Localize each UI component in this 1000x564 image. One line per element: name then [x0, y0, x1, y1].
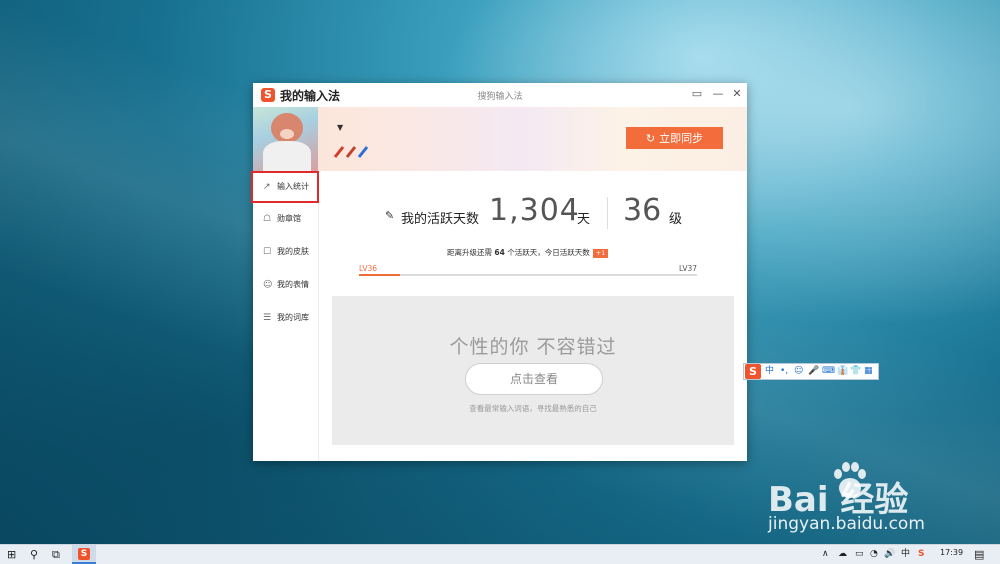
taskbar: ⊞ ⚲ ⧉ S ∧ ☁ ▭ ◔ 🔊 中 S 17:39 ▤ [0, 544, 1000, 564]
tray-app-icon[interactable]: ▭ [855, 547, 864, 562]
ime-status-bar: S 中 •, ☺ 🎤 ⌨ 👔 👕 ▦ [743, 363, 879, 380]
word-stats-promo: 个性的你 不容错过 点击查看 查看最常输入词语，寻找最熟悉的自己 [332, 296, 734, 445]
skin-icon[interactable]: 👕 [850, 365, 861, 378]
taskbar-app-sogou[interactable]: S [72, 545, 96, 564]
ime-window: S 我的输入法 搜狗输入法 ▭ — ✕ ▼ ↻ 立即同步 ↗ 输入统计 ☖ 勋章馆… [251, 83, 747, 461]
profile-header: ▼ ↻ 立即同步 [253, 107, 747, 171]
sogou-logo-icon: S [78, 548, 90, 560]
volume-icon[interactable]: 🔊 [884, 547, 895, 562]
close-button[interactable]: ✕ [730, 87, 744, 101]
divider [607, 197, 608, 229]
user-icon[interactable]: 👔 [837, 365, 848, 378]
sidebar-item-label: 我的词库 [277, 313, 309, 322]
minimize-button[interactable]: — [711, 87, 725, 101]
feedback-icon[interactable]: ▭ [690, 87, 704, 101]
sidebar: ↗ 输入统计 ☖ 勋章馆 ☐ 我的皮肤 ☺ 我的表情 ☰ 我的词库 [251, 171, 319, 461]
emoji-icon[interactable]: ☺ [794, 365, 803, 378]
sidebar-item-label: 我的皮肤 [277, 247, 309, 256]
sidebar-item-dictionary[interactable]: ☰ 我的词库 [253, 304, 318, 332]
sync-now-button[interactable]: ↻ 立即同步 [626, 127, 723, 149]
account-dropdown-caret-icon[interactable]: ▼ [337, 123, 343, 132]
sync-label: 立即同步 [659, 133, 704, 145]
toolbox-icon[interactable]: ▦ [864, 365, 873, 378]
sidebar-item-label: 勋章馆 [277, 214, 301, 223]
today-badge: +1 [592, 249, 609, 258]
sidebar-item-medals[interactable]: ☖ 勋章馆 [253, 205, 318, 233]
input-mode-icon[interactable]: 中 [901, 547, 910, 562]
title-bar: S 我的输入法 搜狗输入法 ▭ — ✕ [253, 83, 747, 107]
skin-pens-icon [333, 146, 369, 158]
current-level-label: LV36 [359, 264, 378, 273]
level-value: 36 [623, 193, 662, 228]
book-icon: ☰ [263, 313, 272, 323]
voice-icon[interactable]: 🎤 [808, 365, 819, 378]
active-days-value: 1,304 [489, 193, 580, 228]
search-icon[interactable]: ⚲ [30, 547, 38, 562]
windows-start-icon[interactable]: ⊞ [7, 547, 16, 562]
shirt-icon: ☐ [263, 247, 272, 257]
sogou-tray-icon[interactable]: S [918, 547, 924, 562]
promo-subtitle: 查看最常输入词语，寻找最熟悉的自己 [469, 404, 597, 413]
baidu-jingyan-watermark: Bai 经验 jingyan.baidu.com [768, 462, 968, 534]
promo-title: 个性的你 不容错过 [449, 336, 617, 358]
avatar[interactable] [253, 107, 318, 171]
tray-expand-icon[interactable]: ∧ [822, 547, 829, 562]
remaining-days-count: 64 [494, 248, 505, 257]
level-progress-note: 距离升级还需 64 个活跃天，今日活跃天数 +1 [447, 247, 609, 258]
level-unit: 级 [669, 212, 683, 227]
chart-icon: ↗ [263, 182, 271, 192]
next-level-label: LV37 [679, 264, 698, 273]
view-details-button[interactable]: 点击查看 [465, 363, 603, 395]
sidebar-item-label: 我的表情 [277, 280, 309, 289]
sidebar-item-label: 输入统计 [277, 182, 309, 191]
notification-icon[interactable]: ▤ [974, 547, 984, 562]
system-clock[interactable]: 17:39 [940, 548, 963, 557]
punctuation-icon[interactable]: •, [780, 365, 788, 378]
active-days-unit: 天 [577, 212, 591, 227]
watermark-domain: jingyan.baidu.com [768, 514, 925, 534]
edit-icon: ✎ [385, 209, 395, 222]
onedrive-icon[interactable]: ☁ [838, 547, 847, 562]
medal-icon: ☖ [263, 214, 272, 224]
level-progress-bar [359, 274, 697, 276]
active-days-label: 我的活跃天数 [401, 212, 480, 227]
sogou-logo-icon[interactable]: S [745, 364, 761, 379]
sidebar-item-input-stats[interactable]: ↗ 输入统计 [251, 171, 319, 203]
window-center-title: 搜狗输入法 [477, 92, 523, 102]
sync-icon: ↻ [645, 133, 656, 145]
smiley-icon: ☺ [263, 280, 273, 290]
chinese-mode-toggle[interactable]: 中 [765, 365, 774, 378]
task-view-icon[interactable]: ⧉ [52, 547, 60, 562]
sidebar-item-emoticons[interactable]: ☺ 我的表情 [253, 271, 318, 299]
network-icon[interactable]: ◔ [870, 547, 878, 562]
sidebar-item-skins[interactable]: ☐ 我的皮肤 [253, 238, 318, 266]
level-progress-fill [359, 274, 400, 276]
keyboard-icon[interactable]: ⌨ [822, 365, 835, 378]
stats-panel: ✎ 我的活跃天数 1,304 天 36 级 距离升级还需 64 个活跃天，今日活… [319, 171, 747, 461]
active-days-row: ✎ 我的活跃天数 1,304 天 36 级 [319, 193, 747, 233]
